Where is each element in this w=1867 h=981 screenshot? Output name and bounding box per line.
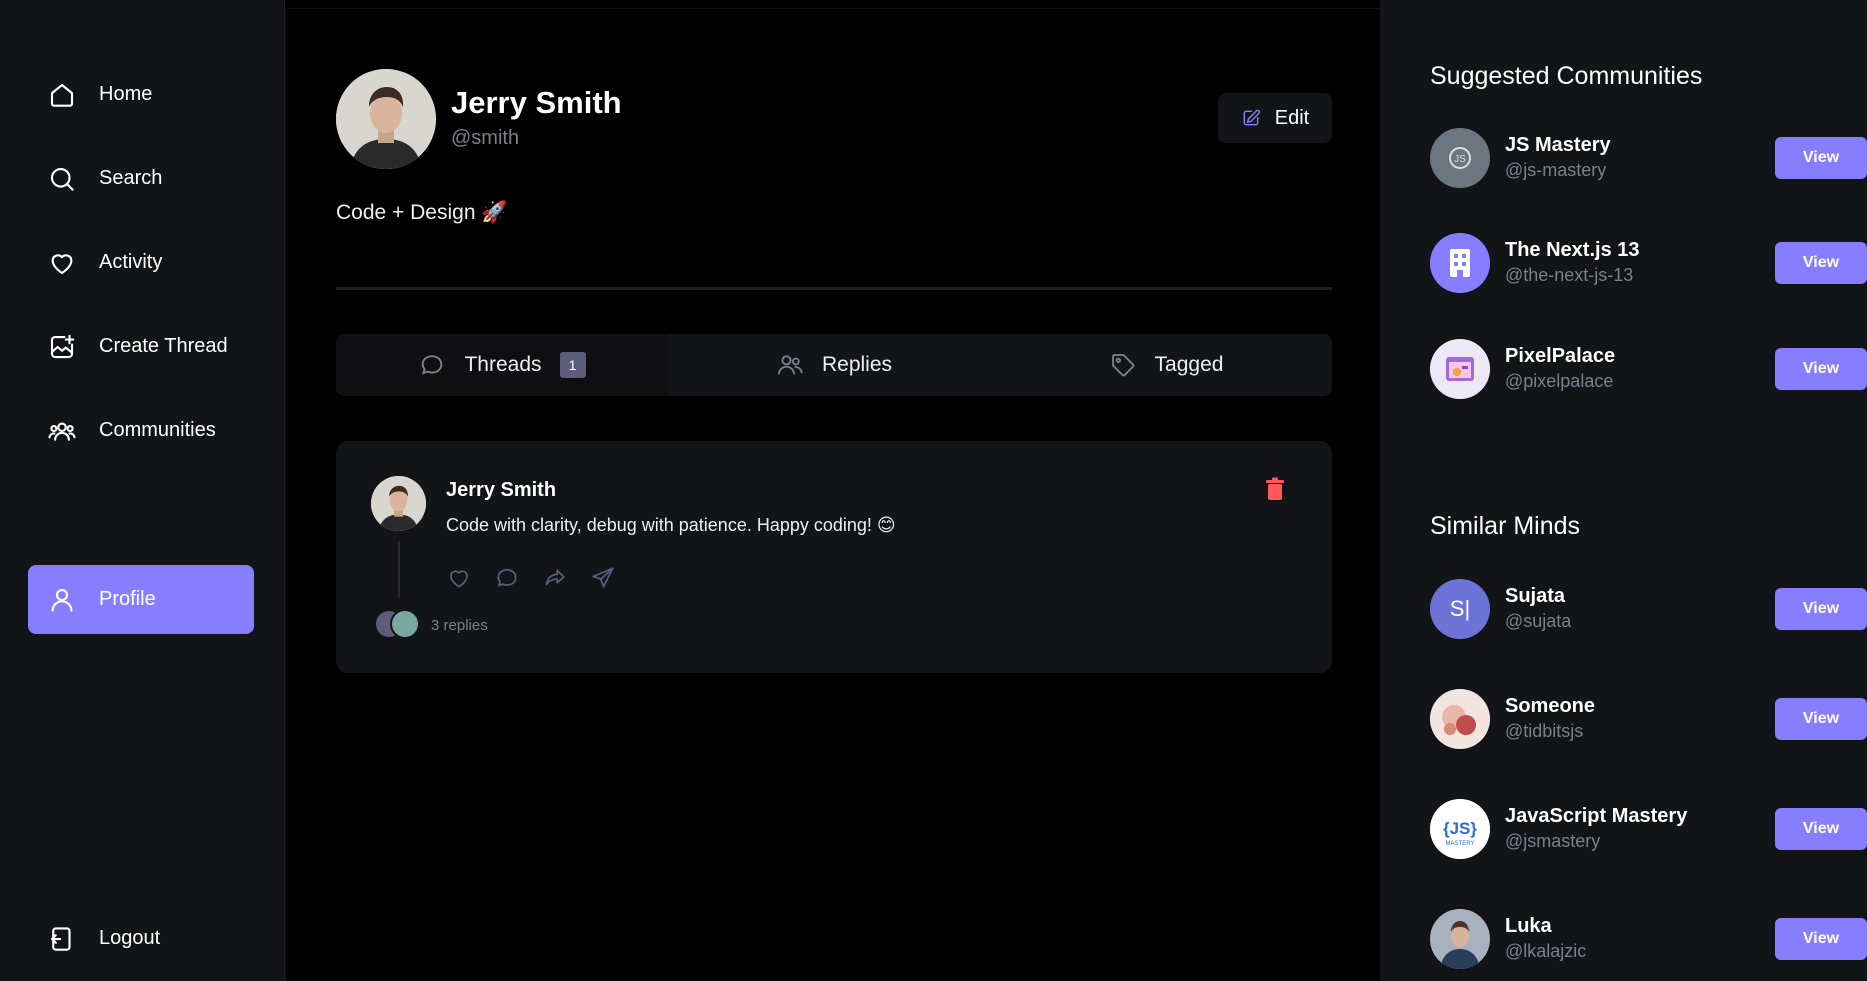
reply-count-link[interactable]: 3 replies xyxy=(431,617,488,634)
user-name: Someone xyxy=(1505,695,1596,717)
sidebar-item-communities[interactable]: Communities xyxy=(28,396,254,465)
community-avatar[interactable]: JS xyxy=(1430,128,1490,188)
community-name: PixelPalace xyxy=(1505,345,1616,367)
user-avatar[interactable]: {JS} MASTERY xyxy=(1430,799,1490,859)
user-handle: @lkalajzic xyxy=(1505,941,1587,961)
sidebar-item-profile[interactable]: Profile xyxy=(28,565,254,634)
profile-panel: Jerry Smith @smith Edit Code + Design 🚀 … xyxy=(285,8,1380,981)
view-button[interactable]: View xyxy=(1775,918,1867,960)
community-item: PixelPalace @pixelpalace View xyxy=(1430,339,1867,399)
view-button[interactable]: View xyxy=(1775,588,1867,630)
create-thread-icon xyxy=(47,332,77,362)
tag-icon xyxy=(1111,354,1134,377)
logout-icon xyxy=(47,924,77,954)
thread-count-badge: 1 xyxy=(559,352,586,378)
sidebar-item-activity[interactable]: Activity xyxy=(28,228,254,297)
delete-icon[interactable] xyxy=(1264,477,1286,501)
user-icon xyxy=(47,585,77,615)
home-icon xyxy=(47,80,77,110)
view-button[interactable]: View xyxy=(1775,242,1867,284)
community-handle: @js-mastery xyxy=(1505,160,1607,180)
communities-icon xyxy=(47,416,77,446)
thread-actions xyxy=(446,565,616,591)
svg-text:{JS}: {JS} xyxy=(1443,819,1477,838)
thread-author-name[interactable]: Jerry Smith xyxy=(446,479,556,502)
sidebar-item-label: Search xyxy=(99,167,163,189)
reply-avatars xyxy=(374,609,420,639)
user-handle: @jsmastery xyxy=(1505,831,1601,851)
profile-handle: @smith xyxy=(451,127,520,149)
share-icon[interactable] xyxy=(590,565,616,591)
community-handle: @pixelpalace xyxy=(1505,371,1614,391)
thread-card[interactable]: Jerry Smith Code with clarity, debug wit… xyxy=(336,441,1332,673)
heart-icon xyxy=(47,248,77,278)
svg-text:JS: JS xyxy=(1454,154,1466,165)
thread-content: Code with clarity, debug with patience. … xyxy=(446,515,896,535)
edit-profile-button[interactable]: Edit xyxy=(1218,93,1332,143)
view-button[interactable]: View xyxy=(1775,808,1867,850)
user-item: Luka @lkalajzic View xyxy=(1430,909,1867,969)
tab-label: Threads xyxy=(464,353,542,376)
sidebar-item-label: Home xyxy=(99,83,153,105)
thread-connector-line xyxy=(398,541,400,597)
right-sidebar: Suggested Communities JS JS Mastery @js-… xyxy=(1380,0,1867,981)
svg-text:MASTERY: MASTERY xyxy=(1446,841,1475,847)
profile-bio: Code + Design 🚀 xyxy=(336,201,508,224)
user-avatar[interactable]: S| xyxy=(1430,579,1490,639)
user-avatar[interactable] xyxy=(1430,909,1490,969)
sidebar-item-label: Create Thread xyxy=(99,335,228,357)
sidebar-item-search[interactable]: Search xyxy=(28,144,254,213)
main-content: Jerry Smith @smith Edit Code + Design 🚀 … xyxy=(285,0,1380,981)
user-item: Someone @tidbitsjs View xyxy=(1430,689,1867,749)
chat-bubble-icon xyxy=(422,355,443,375)
tab-tagged[interactable]: Tagged xyxy=(1000,334,1332,396)
community-avatar[interactable] xyxy=(1430,339,1490,399)
user-handle: @tidbitsjs xyxy=(1505,721,1584,741)
suggested-communities-title: Suggested Communities xyxy=(1430,62,1703,90)
user-avatar[interactable] xyxy=(1430,689,1490,749)
user-name: Luka xyxy=(1505,915,1552,937)
community-item: The Next.js 13 @the-next-js-13 View xyxy=(1430,233,1867,293)
heart-icon[interactable] xyxy=(446,565,472,591)
profile-name: Jerry Smith xyxy=(451,85,622,120)
members-icon xyxy=(777,355,803,375)
logout-button[interactable]: Logout xyxy=(28,904,254,973)
sidebar-item-home[interactable]: Home xyxy=(28,60,254,129)
community-handle: @the-next-js-13 xyxy=(1505,265,1634,285)
thread-author-avatar[interactable] xyxy=(371,476,426,531)
view-button[interactable]: View xyxy=(1775,137,1867,179)
view-button[interactable]: View xyxy=(1775,348,1867,390)
sidebar-item-label: Profile xyxy=(99,588,156,610)
community-item: JS JS Mastery @js-mastery View xyxy=(1430,128,1867,188)
user-item: {JS} MASTERY JavaScript Mastery @jsmaster… xyxy=(1430,799,1867,859)
user-name: JavaScript Mastery xyxy=(1505,805,1688,827)
edit-icon xyxy=(1243,109,1260,126)
community-avatar[interactable] xyxy=(1430,233,1490,293)
divider xyxy=(336,287,1332,290)
edit-label: Edit xyxy=(1274,106,1310,129)
similar-minds-title: Similar Minds xyxy=(1430,512,1581,540)
reply-icon[interactable] xyxy=(494,565,520,591)
community-name: JS Mastery xyxy=(1505,134,1611,156)
view-button[interactable]: View xyxy=(1775,698,1867,740)
sidebar-item-label: Communities xyxy=(99,419,216,441)
user-handle: @sujata xyxy=(1505,611,1572,631)
profile-avatar xyxy=(336,69,436,169)
sidebar-item-label: Activity xyxy=(99,251,163,273)
tab-label: Tagged xyxy=(1154,353,1224,376)
logout-label: Logout xyxy=(99,927,161,949)
left-sidebar: Home Search Activity Create Thread Commu… xyxy=(0,0,285,981)
reply-avatar xyxy=(390,609,420,639)
user-name: Sujata xyxy=(1505,585,1566,607)
profile-tabs: Threads 1 Replies Tagged xyxy=(336,334,1332,396)
tab-label: Replies xyxy=(821,353,893,376)
tab-replies[interactable]: Replies xyxy=(668,334,1000,396)
user-item: S| Sujata @sujata View xyxy=(1430,579,1867,639)
tab-threads[interactable]: Threads 1 xyxy=(336,334,668,396)
repost-icon[interactable] xyxy=(542,565,568,591)
search-icon xyxy=(47,164,77,194)
sidebar-item-create-thread[interactable]: Create Thread xyxy=(28,312,254,381)
community-name: The Next.js 13 xyxy=(1505,239,1640,261)
avatar-initial: S| xyxy=(1449,596,1471,621)
